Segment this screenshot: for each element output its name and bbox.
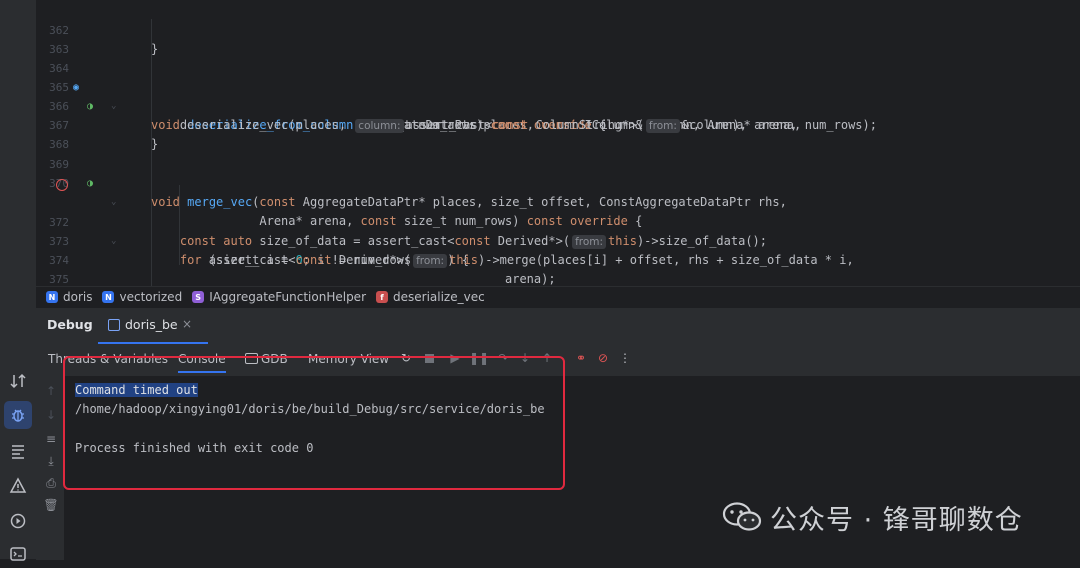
code-editor[interactable]: 362 } 363 364 ◉ ◑ void deserialize_from_… <box>36 0 1080 286</box>
scroll-to-end-icon[interactable]: ⤓ <box>44 454 58 468</box>
code-line: 365 ⌄ size_t num_rows) const override { <box>36 59 1080 132</box>
code-line: 370 ⌄ Arena* arena, const size_t num_row… <box>36 155 1080 228</box>
code-line: 371 const auto size_of_data = assert_cas… <box>36 175 1080 249</box>
code-line: 372 ⌄ for (size_t i = 0; i != num_rows; … <box>36 194 1080 267</box>
struct-icon: S <box>192 291 205 303</box>
debug-header: Debug doris_be × <box>36 308 1080 344</box>
print-icon[interactable]: ⎙ <box>44 476 58 490</box>
session-icon <box>108 319 120 331</box>
debug-bug-icon[interactable] <box>4 401 32 429</box>
soft-wrap-icon[interactable]: ≡ <box>44 432 58 446</box>
code-line: 374 arena); <box>36 232 1080 286</box>
watermark: 公众号 · 锋哥聊数仓 <box>722 498 1023 536</box>
code-line: 375 } <box>36 251 1080 286</box>
tool-window-strip <box>0 0 37 561</box>
debug-title: Debug <box>47 317 93 332</box>
mute-breakpoints-icon[interactable]: ⊘ <box>596 351 610 365</box>
problems-icon[interactable] <box>4 472 32 500</box>
code-line: 368 <box>36 116 1080 151</box>
watermark-text: 公众号 · 锋哥聊数仓 <box>770 504 1023 536</box>
code-line: 364 ◉ ◑ void deserialize_from_column(Agg… <box>36 40 1080 132</box>
services-icon[interactable] <box>4 507 32 535</box>
breadcrumb-item-doris[interactable]: N doris <box>46 290 92 304</box>
code-line: 367 } <box>36 97 1080 151</box>
code-line: 366 deserialize_vec(places, column: asser… <box>36 78 1080 133</box>
view-breakpoints-icon[interactable]: ⚭ <box>574 351 588 365</box>
structure-icon[interactable] <box>4 437 32 465</box>
code-line: 369 ◑ void merge_vec(const AggregateData… <box>36 136 1080 209</box>
commit-icon[interactable] <box>4 367 32 395</box>
clear-trash-icon[interactable]: 🗑 <box>43 498 58 512</box>
code-line: 363 <box>36 21 1080 56</box>
code-line: 362 } <box>36 2 1080 56</box>
code-line: 373 assert_cast<const Derived*>(from: thi… <box>36 213 1080 268</box>
scroll-down-icon[interactable]: ↓ <box>44 408 58 422</box>
close-icon[interactable]: × <box>182 317 192 331</box>
wechat-logo-icon <box>722 502 762 531</box>
function-icon: f <box>376 291 388 303</box>
namespace-icon: N <box>46 291 58 303</box>
scroll-up-icon[interactable]: ↑ <box>44 384 58 398</box>
breadcrumb-item-function[interactable]: f deserialize_vec <box>376 290 485 304</box>
breadcrumb: N doris N vectorized S IAggregateFunctio… <box>36 286 1080 307</box>
breadcrumb-item-helper[interactable]: S IAggregateFunctionHelper <box>192 290 366 304</box>
terminal-icon[interactable] <box>4 540 32 568</box>
session-tab-doris-be[interactable]: doris_be × <box>98 308 208 344</box>
namespace-icon: N <box>102 291 115 303</box>
breakpoint-icon[interactable] <box>56 179 68 191</box>
annotation-box <box>63 356 565 490</box>
more-options-icon[interactable]: ⋮ <box>618 351 632 365</box>
breadcrumb-item-vectorized[interactable]: N vectorized <box>102 290 182 304</box>
code-line: 376 } <box>36 270 1080 286</box>
console-side-toolbar: ↑ ↓ ≡ ⤓ ⎙ 🗑 <box>36 376 64 560</box>
